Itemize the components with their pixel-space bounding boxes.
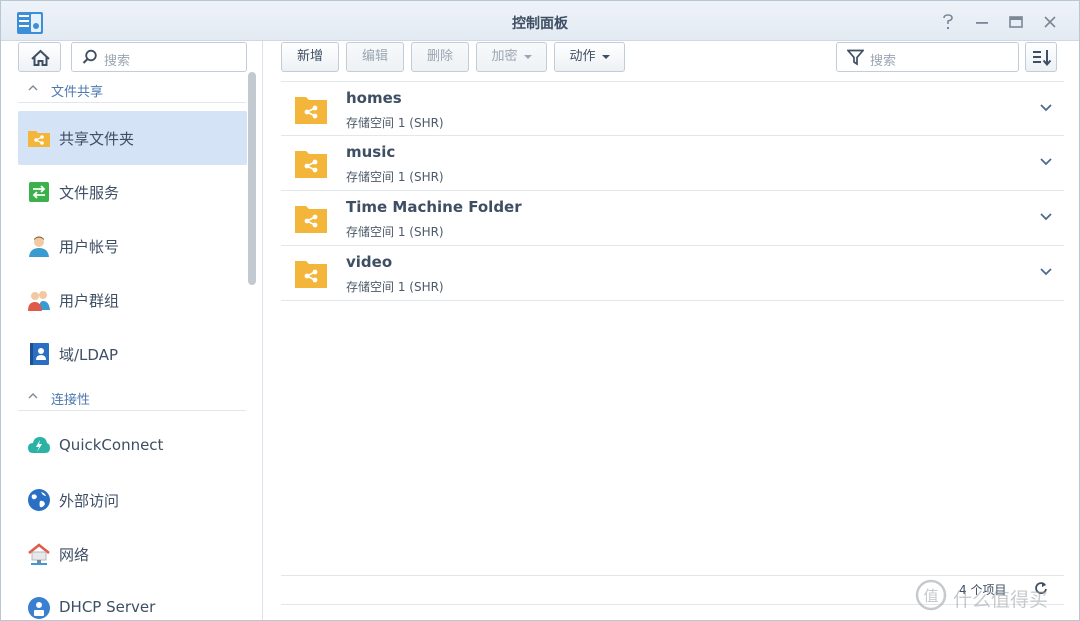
section-label: 连接性 [51, 393, 91, 408]
sidebar-item-external-access[interactable]: 外部访问 [18, 473, 247, 527]
list-item[interactable]: homes 存储空间 1 (SHR) [281, 81, 1064, 136]
section-header-file-sharing[interactable]: 文件共享 [18, 79, 246, 103]
shared-folder-icon [295, 206, 327, 233]
sidebar-item-file-services[interactable]: 文件服务 [18, 165, 247, 219]
sidebar-item-shared-folder[interactable]: 共享文件夹 [18, 111, 247, 165]
shared-folder-icon [295, 261, 327, 288]
action-label: 动作 [569, 49, 596, 64]
sidebar-search-input[interactable]: 搜索 [71, 42, 247, 72]
sidebar-item-domain-ldap[interactable]: 域/LDAP [18, 327, 247, 381]
chevron-down-icon[interactable] [1038, 102, 1054, 114]
sidebar-scrollbar[interactable] [248, 72, 256, 285]
globe-icon [28, 489, 50, 511]
sidebar-item-quickconnect[interactable]: QuickConnect [18, 419, 247, 473]
caret-down-icon [601, 54, 610, 59]
sidebar-item-label: 文件服务 [59, 184, 120, 202]
edit-button[interactable]: 编辑 [346, 42, 404, 72]
folder-location: 存储空间 1 (SHR) [346, 280, 444, 294]
domain-ldap-icon [30, 343, 49, 365]
shared-folder-list: homes 存储空间 1 (SHR) music 存储空间 1 (SHR) Ti… [281, 81, 1064, 301]
sidebar-item-label: 外部访问 [59, 492, 120, 510]
folder-name: video [346, 253, 393, 271]
list-item[interactable]: Time Machine Folder 存储空间 1 (SHR) [281, 191, 1064, 246]
folder-location: 存储空间 1 (SHR) [346, 170, 444, 184]
refresh-icon[interactable] [1034, 581, 1048, 595]
section-label: 文件共享 [51, 85, 104, 100]
chevron-down-icon[interactable] [1038, 211, 1054, 223]
sidebar-item-label: 域/LDAP [59, 346, 119, 364]
chevron-up-icon [28, 85, 38, 91]
watermark-logo: 值 [915, 579, 947, 611]
item-count: 4 个项目 [959, 583, 1007, 597]
sidebar: 搜索 文件共享 共享文件夹 文件服务 用户帐号 用户群组 域/LDAP 连接性 … [1, 41, 263, 620]
maximize-icon[interactable] [1005, 11, 1027, 33]
sidebar-item-user[interactable]: 用户帐号 [18, 219, 247, 273]
file-services-icon [29, 182, 49, 202]
caret-down-icon [523, 54, 532, 59]
close-icon[interactable] [1039, 11, 1061, 33]
encrypt-label: 加密 [491, 49, 518, 64]
shared-folder-icon [295, 97, 327, 124]
sidebar-item-label: 共享文件夹 [59, 130, 135, 148]
sidebar-item-label: 用户帐号 [59, 238, 120, 256]
minimize-icon[interactable] [971, 11, 993, 33]
control-panel-window: 控制面板 搜索 文件共享 共享文件夹 文件服务 用户帐号 用户群组 域/LDAP… [0, 0, 1080, 621]
create-button[interactable]: 新增 [281, 42, 339, 72]
search-icon [82, 49, 97, 64]
filter-icon [847, 49, 864, 66]
folder-location: 存储空间 1 (SHR) [346, 225, 444, 239]
window-title: 控制面板 [512, 16, 568, 32]
sidebar-search-placeholder: 搜索 [104, 54, 131, 69]
home-icon [31, 49, 50, 66]
sidebar-item-label: 网络 [59, 546, 90, 564]
chevron-up-icon [28, 393, 38, 399]
shared-folder-icon [295, 151, 327, 178]
sidebar-item-network[interactable]: 网络 [18, 527, 247, 581]
help-icon[interactable] [937, 11, 959, 33]
encrypt-dropdown[interactable]: 加密 [476, 42, 547, 72]
dhcp-icon [28, 597, 50, 619]
filter-search-input[interactable]: 搜索 [836, 42, 1019, 72]
group-icon [28, 291, 50, 311]
network-icon [28, 543, 50, 565]
sidebar-item-group[interactable]: 用户群组 [18, 273, 247, 327]
quickconnect-icon [28, 437, 50, 453]
title-bar: 控制面板 [1, 1, 1079, 41]
sidebar-item-label: DHCP Server [59, 598, 156, 616]
sidebar-item-label: 用户群组 [59, 292, 120, 310]
action-dropdown[interactable]: 动作 [554, 42, 625, 72]
user-icon [29, 236, 49, 257]
list-item[interactable]: video 存储空间 1 (SHR) [281, 246, 1064, 301]
delete-button[interactable]: 删除 [411, 42, 469, 72]
home-button[interactable] [18, 42, 61, 72]
sort-button[interactable] [1025, 42, 1057, 72]
chevron-down-icon[interactable] [1038, 266, 1054, 278]
folder-name: homes [346, 89, 402, 107]
folder-name: music [346, 143, 396, 161]
section-header-connectivity[interactable]: 连接性 [18, 387, 246, 411]
folder-location: 存储空间 1 (SHR) [346, 116, 444, 130]
chevron-down-icon[interactable] [1038, 156, 1054, 168]
filter-search-placeholder: 搜索 [870, 54, 897, 69]
sidebar-item-label: QuickConnect [59, 436, 164, 454]
shared-folder-icon [28, 131, 50, 147]
folder-name: Time Machine Folder [346, 198, 522, 216]
footer-divider [281, 604, 1064, 605]
list-item[interactable]: music 存储空间 1 (SHR) [281, 136, 1064, 191]
toolbar: 新增 编辑 删除 加密 动作 搜索 [264, 41, 1079, 81]
sidebar-item-dhcp-server[interactable]: DHCP Server [18, 581, 247, 620]
watermark-logo-text: 值 [923, 587, 938, 605]
footer-divider [281, 575, 1064, 576]
sort-icon [1033, 50, 1052, 67]
